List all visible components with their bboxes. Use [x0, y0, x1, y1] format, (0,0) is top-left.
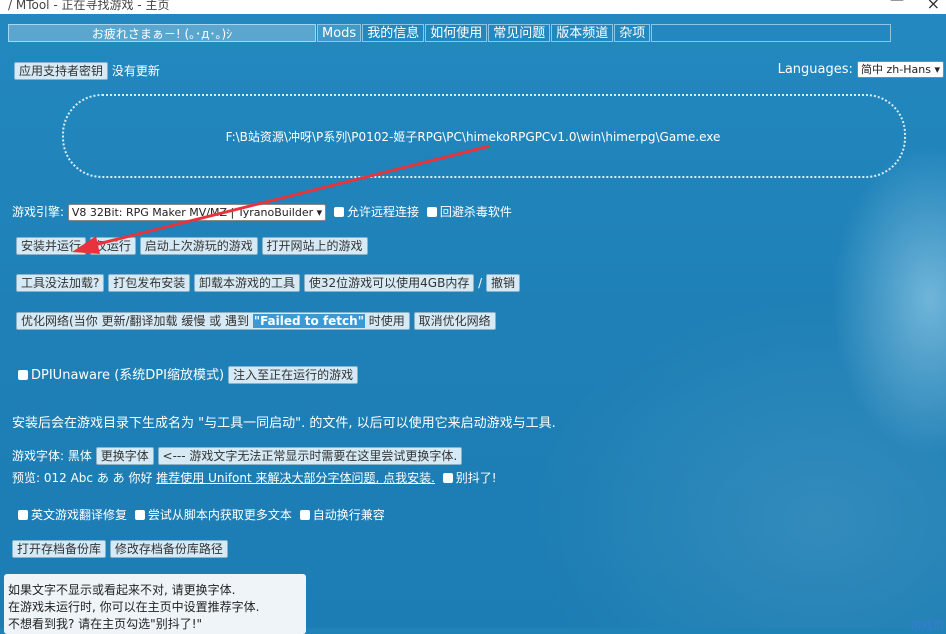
- arrow-head: [72, 236, 100, 254]
- arrow-shaft: [89, 144, 491, 248]
- annotation-arrow: [72, 144, 491, 254]
